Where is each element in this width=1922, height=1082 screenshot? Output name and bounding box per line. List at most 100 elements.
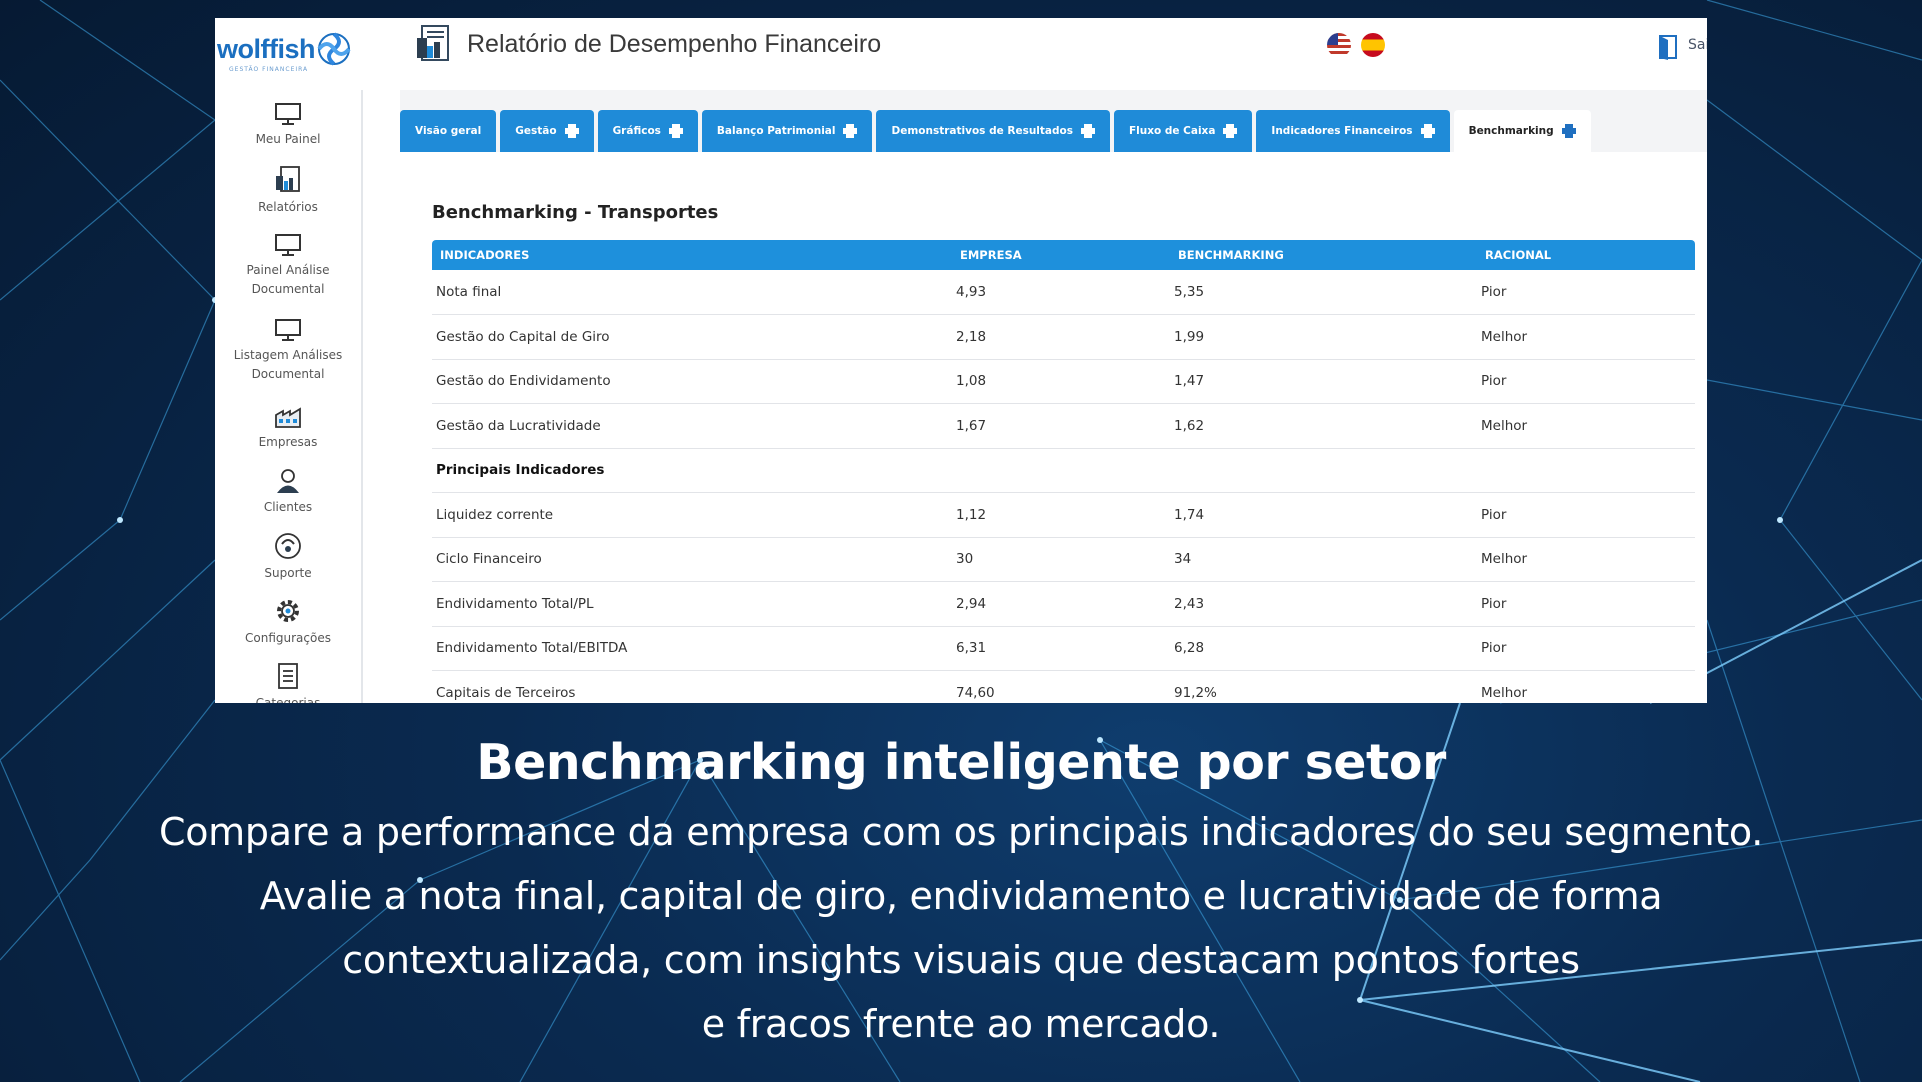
main-content: Visão geral Gestão Gráficos Balanço Patr…: [400, 90, 1707, 703]
sidebar-item-listagem-analises[interactable]: Listagem Análises Documental: [215, 318, 361, 384]
benchmark-cell: 1,47: [1170, 359, 1477, 404]
empresa-cell: 1,67: [952, 403, 1170, 449]
sidebar-item-label: Suporte: [264, 566, 312, 580]
benchmark-cell: 1,74: [1170, 492, 1477, 538]
monitor-icon: [275, 319, 301, 341]
logo[interactable]: wolffish: [217, 32, 351, 66]
print-icon[interactable]: [1561, 124, 1576, 138]
sidebar-item-categorias[interactable]: Categorias: [215, 662, 361, 703]
user-icon: [277, 469, 299, 493]
print-icon[interactable]: [1223, 124, 1238, 138]
benchmarking-table: INDICADORES EMPRESA BENCHMARKING RACIONA…: [432, 240, 1695, 703]
benchmark-cell: 2,43: [1170, 581, 1477, 627]
logo-swirl-icon: [317, 32, 351, 66]
table-row: Capitais de Terceiros 74,60 91,2% Melhor: [432, 670, 1695, 703]
racional-cell: Melhor: [1477, 314, 1695, 360]
table-header-row: INDICADORES EMPRESA BENCHMARKING RACIONA…: [432, 240, 1695, 270]
indicator-cell: Principais Indicadores: [432, 448, 952, 493]
caption-line: Compare a performance da empresa com os …: [159, 810, 1763, 854]
racional-cell: [1477, 448, 1695, 493]
indicator-cell: Nota final: [432, 270, 952, 315]
sidebar: Meu Painel Relatórios Painel Análise Doc…: [215, 90, 363, 703]
sidebar-item-relatorios[interactable]: Relatórios: [215, 166, 361, 217]
print-icon[interactable]: [564, 124, 579, 138]
caption-title: Benchmarking inteligente por setor: [476, 734, 1446, 791]
empresa-cell: 2,18: [952, 314, 1170, 360]
sidebar-item-label: Empresas: [258, 435, 318, 449]
tab-balanco-patrimonial[interactable]: Balanço Patrimonial: [701, 110, 873, 152]
reports-icon: [276, 166, 300, 192]
sidebar-item-meu-painel[interactable]: Meu Painel: [215, 102, 361, 149]
indicator-cell: Capitais de Terceiros: [432, 670, 952, 703]
tab-label: Balanço Patrimonial: [716, 125, 836, 137]
racional-cell: Pior: [1477, 492, 1695, 538]
sidebar-item-empresas[interactable]: Empresas: [215, 403, 361, 452]
indicator-cell: Gestão da Lucratividade: [432, 403, 952, 449]
benchmark-cell: 5,35: [1170, 270, 1477, 315]
tab-demonstrativos[interactable]: Demonstrativos de Resultados: [876, 110, 1110, 152]
tab-bar: Visão geral Gestão Gráficos Balanço Patr…: [400, 110, 1591, 152]
benchmark-cell: [1170, 448, 1477, 493]
racional-cell: Pior: [1477, 581, 1695, 627]
sidebar-item-clientes[interactable]: Clientes: [215, 468, 361, 517]
table-row: Liquidez corrente 1,12 1,74 Pior: [432, 492, 1695, 538]
app-window: wolffish GESTÃO FINANCEIRA Relatório de …: [215, 18, 1707, 703]
benchmark-cell: 1,99: [1170, 314, 1477, 360]
tab-indicadores-financeiros[interactable]: Indicadores Financeiros: [1256, 110, 1450, 152]
logo-text: wolffish: [217, 33, 316, 64]
table-row: Endividamento Total/EBITDA 6,31 6,28 Pior: [432, 626, 1695, 671]
table-body: Nota final 4,93 5,35 Pior Gestão do Capital …: [432, 270, 1695, 703]
tab-label: Fluxo de Caixa: [1128, 125, 1216, 137]
tab-label: Gráficos: [612, 125, 661, 137]
column-header-indicadores[interactable]: INDICADORES: [432, 240, 952, 270]
empresa-cell: 1,12: [952, 492, 1170, 538]
print-icon[interactable]: [668, 124, 683, 138]
sidebar-item-configuracoes[interactable]: Configurações: [215, 597, 361, 648]
document-icon: [278, 663, 298, 689]
racional-cell: Melhor: [1477, 403, 1695, 449]
racional-cell: Pior: [1477, 270, 1695, 315]
print-icon[interactable]: [843, 124, 858, 138]
app-header: wolffish GESTÃO FINANCEIRA Relatório de …: [215, 18, 1707, 90]
indicator-cell: Endividamento Total/EBITDA: [432, 626, 952, 671]
logo-subtitle: GESTÃO FINANCEIRA: [229, 66, 309, 73]
tab-label: Visão geral: [415, 125, 482, 137]
indicator-cell: Liquidez corrente: [432, 492, 952, 538]
column-header-empresa[interactable]: EMPRESA: [952, 240, 1170, 270]
table-section-row: Principais Indicadores: [432, 448, 1695, 493]
exit-icon[interactable]: [1658, 34, 1680, 60]
column-header-racional[interactable]: RACIONAL: [1477, 240, 1695, 270]
report-icon: [417, 25, 449, 61]
tab-benchmarking[interactable]: Benchmarking: [1453, 110, 1591, 152]
tab-label: Gestão: [515, 125, 557, 137]
table-row: Ciclo Financeiro 30 34 Melhor: [432, 537, 1695, 582]
sidebar-item-label: Relatórios: [258, 200, 318, 214]
caption-line: Avalie a nota final, capital de giro, en…: [259, 874, 1663, 918]
caption-line: e fracos frente ao mercado.: [701, 1002, 1221, 1046]
tab-graficos[interactable]: Gráficos: [597, 110, 698, 152]
sidebar-item-painel-analise[interactable]: Painel Análise Documental: [215, 233, 361, 299]
indicator-cell: Gestão do Capital de Giro: [432, 314, 952, 360]
benchmark-cell: 91,2%: [1170, 670, 1477, 703]
empresa-cell: 30: [952, 537, 1170, 582]
racional-cell: Melhor: [1477, 670, 1695, 703]
tab-fluxo-de-caixa[interactable]: Fluxo de Caixa: [1113, 110, 1253, 152]
indicator-cell: Gestão do Endividamento: [432, 359, 952, 404]
flag-us-icon[interactable]: [1327, 33, 1351, 57]
table-row: Gestão do Capital de Giro 2,18 1,99 Melhor: [432, 314, 1695, 360]
table-row: Gestão da Lucratividade 1,67 1,62 Melhor: [432, 403, 1695, 449]
table-row: Gestão do Endividamento 1,08 1,47 Pior: [432, 359, 1695, 404]
benchmark-cell: 6,28: [1170, 626, 1477, 671]
flag-es-icon[interactable]: [1361, 33, 1385, 57]
tab-gestao[interactable]: Gestão: [500, 110, 594, 152]
print-icon[interactable]: [1420, 124, 1435, 138]
sidebar-item-suporte[interactable]: Suporte: [215, 532, 361, 583]
column-header-benchmarking[interactable]: BENCHMARKING: [1170, 240, 1477, 270]
gear-icon: [277, 600, 299, 622]
empresa-cell: 4,93: [952, 270, 1170, 315]
tab-visao-geral[interactable]: Visão geral: [400, 110, 497, 152]
print-icon[interactable]: [1080, 124, 1095, 138]
caption-line: contextualizada, com insights visuais qu…: [342, 938, 1580, 982]
exit-label[interactable]: Sai: [1688, 37, 1707, 53]
sidebar-item-label: Meu Painel: [255, 132, 321, 146]
